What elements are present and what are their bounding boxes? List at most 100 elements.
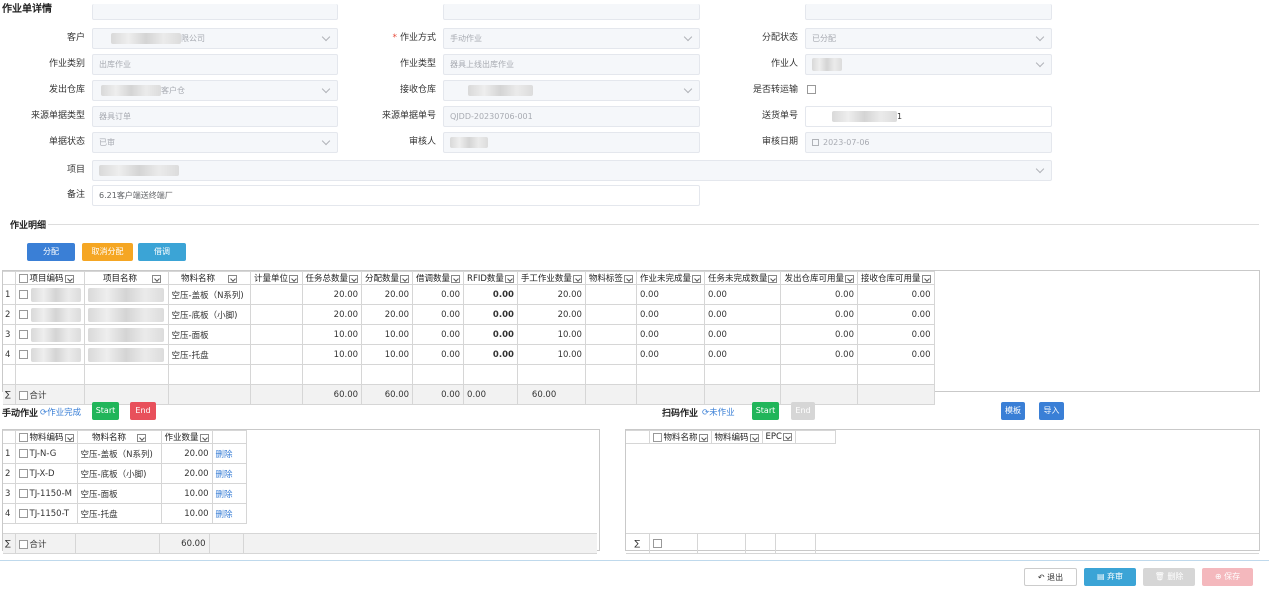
remark-input[interactable]: 6.21客户端送终端厂 <box>92 185 700 206</box>
filter-icon[interactable] <box>349 274 359 283</box>
row-checkbox[interactable] <box>14 344 85 365</box>
col-manual: 手工作业数量 <box>516 271 586 285</box>
back-icon: ↶ <box>1037 573 1048 582</box>
delivery-no-input[interactable]: 1 <box>805 106 1052 127</box>
row-checkbox[interactable]: TJ-1150-M <box>14 483 78 504</box>
col-unit: 计量单位 <box>249 271 303 285</box>
source-type-input[interactable]: 器具订单 <box>92 106 338 127</box>
row-checkbox[interactable]: TJ-X-D <box>14 463 78 484</box>
chevron-down-icon <box>1035 164 1045 174</box>
details-section-title: 作业明细 <box>10 221 47 231</box>
col-from-avail: 发出仓库可用量 <box>780 271 858 285</box>
work-mode-value: 手动作业 <box>450 34 482 43</box>
work-mode-label: * 作业方式 <box>392 33 436 43</box>
filter-icon[interactable] <box>137 433 147 442</box>
filter-icon[interactable] <box>228 274 237 283</box>
customer-value: 限公司 <box>181 34 205 43</box>
filter-icon[interactable] <box>451 274 461 283</box>
col-epc: EPC <box>761 430 796 444</box>
cancel-allocate-button[interactable]: 取消分配 <box>82 243 133 261</box>
filter-icon[interactable] <box>623 274 633 283</box>
scan-header-row: 物料名称 物料编码 EPC <box>626 430 836 444</box>
scan-end-button[interactable]: End <box>791 402 815 420</box>
row-checkbox[interactable]: TJ-N-G <box>14 443 78 464</box>
row-checkbox[interactable] <box>14 304 85 325</box>
redacted-text <box>101 85 161 96</box>
import-button[interactable]: 导入 <box>1039 402 1064 420</box>
filter-icon[interactable] <box>844 274 854 283</box>
filter-icon[interactable] <box>64 274 74 283</box>
to-warehouse-select[interactable] <box>443 80 700 101</box>
col-to-avail: 接收仓库可用量 <box>856 271 935 285</box>
sum-icon: ∑ <box>3 384 16 405</box>
filter-icon[interactable] <box>64 433 74 442</box>
filter-icon[interactable] <box>289 274 298 283</box>
filter-icon[interactable] <box>504 274 514 283</box>
plus-circle-icon: ⊕ <box>1214 572 1225 581</box>
work-order-form: 客户 限公司 * 作业方式 手动作业 分配状态 已分配 作业类别 出库作业 作业类… <box>0 0 1269 210</box>
redacted-text <box>468 85 533 96</box>
filter-icon[interactable] <box>199 433 209 442</box>
row-checkbox[interactable] <box>14 284 85 305</box>
col-borrow: 借调数量 <box>412 271 465 285</box>
from-warehouse-select[interactable]: 客户仓 <box>92 80 338 101</box>
scan-grid: 物料名称 物料编码 EPC ∑ <box>625 429 1260 554</box>
manual-start-button[interactable]: Start <box>92 402 119 420</box>
alloc-status-label: 分配状态 <box>761 33 798 43</box>
source-type-label: 来源单据类型 <box>30 111 85 121</box>
filter-icon[interactable] <box>152 274 161 283</box>
details-table: 项目编码 项目名称 物料名称 计量单位 任务总数量 分配数量 借调数量 RFID… <box>3 271 935 405</box>
alloc-status-select[interactable]: 已分配 <box>805 28 1052 49</box>
audit-date-label: 审核日期 <box>761 137 798 147</box>
exit-button[interactable]: ↶ 退出 <box>1024 568 1077 586</box>
manual-work-title: 手动作业 <box>2 409 39 419</box>
delete-link[interactable]: 删除 <box>211 463 247 484</box>
worker-select[interactable] <box>805 54 1052 75</box>
transfer-checkbox[interactable] <box>807 85 816 95</box>
scan-start-button[interactable]: Start <box>752 402 779 420</box>
filter-icon[interactable] <box>698 433 708 442</box>
save-button[interactable]: ⊕ 保存 <box>1202 568 1253 586</box>
col-alloc: 分配数量 <box>361 271 414 285</box>
chevron-down-icon <box>321 136 331 146</box>
work-category-input[interactable]: 出库作业 <box>92 54 338 75</box>
abandon-audit-button[interactable]: ▤ 弃审 <box>1084 568 1136 586</box>
work-type-input[interactable]: 器具上线出库作业 <box>443 54 700 75</box>
audit-date-input[interactable]: 2023-07-06 <box>805 132 1052 153</box>
to-warehouse-label: 接收仓库 <box>399 85 436 95</box>
auditor-label: 审核人 <box>408 137 436 147</box>
filter-icon[interactable] <box>768 274 778 283</box>
details-header-row: 项目编码 项目名称 物料名称 计量单位 任务总数量 分配数量 借调数量 RFID… <box>3 271 935 285</box>
row-checkbox[interactable]: TJ-1150-T <box>14 503 78 524</box>
allocate-button[interactable]: 分配 <box>27 243 75 261</box>
col-material-name: 物料名称 <box>167 271 251 285</box>
delete-link[interactable]: 删除 <box>211 443 247 464</box>
work-mode-select[interactable]: 手动作业 <box>443 28 700 49</box>
project-select[interactable] <box>92 160 1052 181</box>
delete-link[interactable]: 删除 <box>211 483 247 504</box>
delete-button[interactable]: 🗑 删除 <box>1143 568 1195 586</box>
filter-icon[interactable] <box>782 432 792 441</box>
source-no-input[interactable]: QJDD-20230706-001 <box>443 106 700 127</box>
chevron-down-icon <box>1035 32 1045 42</box>
filter-icon[interactable] <box>749 433 759 442</box>
auditor-input[interactable] <box>443 132 700 153</box>
audit-date-value: 2023-07-06 <box>823 138 870 147</box>
hidden-top-field-3 <box>805 4 1052 20</box>
row-checkbox[interactable] <box>14 324 85 345</box>
customer-select[interactable]: 限公司 <box>92 28 338 49</box>
material-name-cell: 空压-面板 <box>167 324 251 345</box>
delete-link[interactable]: 删除 <box>211 503 247 524</box>
col-project-name: 项目名称 <box>83 271 169 285</box>
col-rfid: RFID数量 <box>463 271 518 285</box>
filter-icon[interactable] <box>400 274 410 283</box>
doc-status-select[interactable]: 已审 <box>92 132 338 153</box>
filter-icon[interactable] <box>572 274 582 283</box>
filter-icon[interactable] <box>921 274 931 283</box>
borrow-button[interactable]: 借调 <box>138 243 186 261</box>
manual-end-button[interactable]: End <box>130 402 156 420</box>
material-name-cell: 空压-底板（小脚) <box>167 304 251 325</box>
chevron-down-icon <box>683 84 693 94</box>
template-button[interactable]: 模板 <box>1001 402 1025 420</box>
filter-icon[interactable] <box>691 274 701 283</box>
